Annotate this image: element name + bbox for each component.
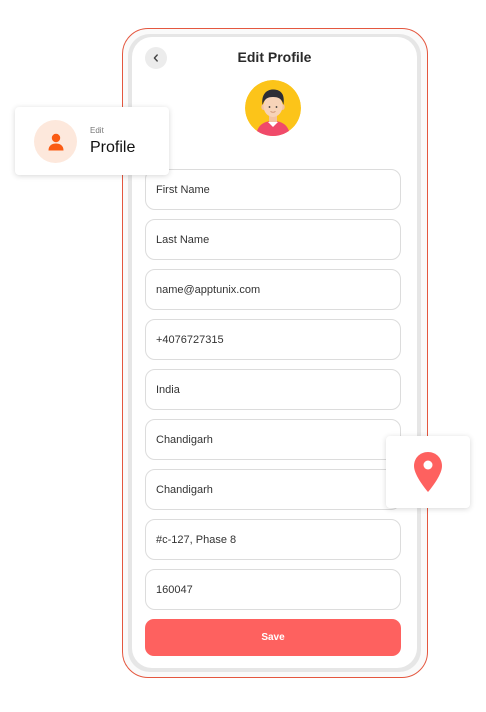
person-icon	[48, 133, 63, 150]
first-name-field[interactable]	[145, 169, 401, 210]
profile-icon-badge	[34, 120, 77, 163]
email-field[interactable]	[145, 269, 401, 310]
avatar[interactable]	[245, 80, 301, 136]
edit-profile-card[interactable]: Edit Profile	[15, 107, 169, 175]
city-field[interactable]	[145, 469, 401, 510]
map-pin-icon	[414, 452, 442, 492]
page-title: Edit Profile	[237, 49, 312, 65]
country-field[interactable]	[145, 369, 401, 410]
profile-label: Profile	[90, 139, 136, 156]
phone-field[interactable]	[145, 319, 401, 360]
edit-label: Edit	[90, 126, 104, 135]
last-name-field[interactable]	[145, 219, 401, 260]
location-card[interactable]	[386, 436, 470, 508]
save-button[interactable]: Save	[145, 619, 401, 656]
address-field[interactable]	[145, 519, 401, 560]
postal-code-field[interactable]	[145, 569, 401, 610]
state-field[interactable]	[145, 419, 401, 460]
user-avatar-illustration	[245, 80, 301, 136]
